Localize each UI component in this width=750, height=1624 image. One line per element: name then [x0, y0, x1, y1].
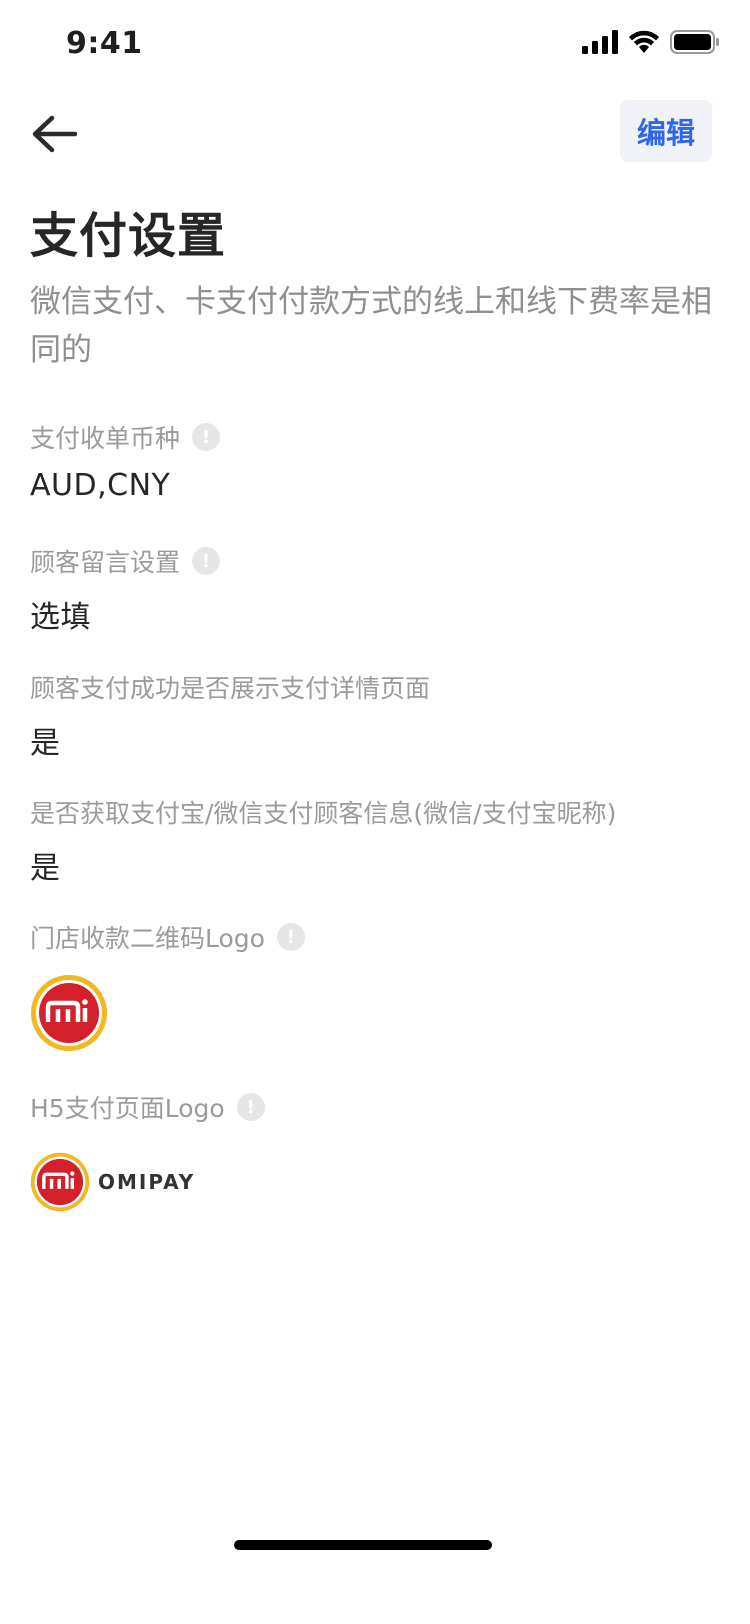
field-currency: 支付收单币种 ! AUD,CNY: [30, 420, 720, 503]
info-icon[interactable]: !: [236, 1093, 265, 1121]
status-bar: 9:41: [0, 0, 750, 96]
page-description: 微信支付、卡支付付款方式的线上和线下费率是相同的: [30, 284, 712, 368]
field-h5-logo: H5支付页面Logo ! OMIPAY: [30, 1090, 720, 1212]
field-value: 是: [30, 726, 61, 761]
mi-logo-small-icon: [30, 1152, 90, 1212]
field-value: 是: [30, 851, 61, 886]
nav-bar: 编辑: [0, 96, 750, 186]
edit-button[interactable]: 编辑: [620, 100, 712, 162]
wifi-icon: [629, 30, 659, 53]
info-icon[interactable]: !: [276, 923, 305, 951]
field-get-customer-info: 是否获取支付宝/微信支付顾客信息(微信/支付宝昵称) 是: [30, 795, 720, 887]
mi-logo-icon: [31, 975, 107, 1051]
info-icon[interactable]: !: [192, 547, 221, 575]
back-button[interactable]: [22, 102, 86, 166]
omipay-wordmark: OMIPAY: [98, 1170, 196, 1194]
field-store-qr-logo: 门店收款二维码Logo !: [30, 920, 720, 1056]
field-customer-message: 顾客留言设置 ! 选填: [30, 544, 720, 636]
back-arrow-icon: [32, 115, 77, 153]
field-value: 选填: [30, 600, 91, 635]
status-time: 9:41: [66, 26, 143, 61]
omipay-logo: OMIPAY: [30, 1152, 720, 1212]
field-label: 顾客留言设置: [30, 548, 181, 577]
info-icon[interactable]: !: [192, 423, 221, 451]
field-label: 门店收款二维码Logo: [30, 924, 265, 953]
battery-icon: [670, 30, 719, 54]
status-icons: [582, 30, 720, 54]
signal-icon: [582, 30, 618, 54]
field-show-payment-detail: 顾客支付成功是否展示支付详情页面 是: [30, 670, 720, 762]
field-label: 支付收单币种: [30, 424, 181, 453]
field-label: H5支付页面Logo: [30, 1094, 225, 1123]
field-label: 顾客支付成功是否展示支付详情页面: [30, 674, 431, 703]
store-qr-logo: [30, 974, 720, 1056]
page-title: 支付设置: [30, 208, 227, 264]
home-indicator[interactable]: [234, 1540, 492, 1550]
field-value: AUD,CNY: [30, 468, 171, 503]
field-label: 是否获取支付宝/微信支付顾客信息(微信/支付宝昵称): [30, 799, 617, 828]
